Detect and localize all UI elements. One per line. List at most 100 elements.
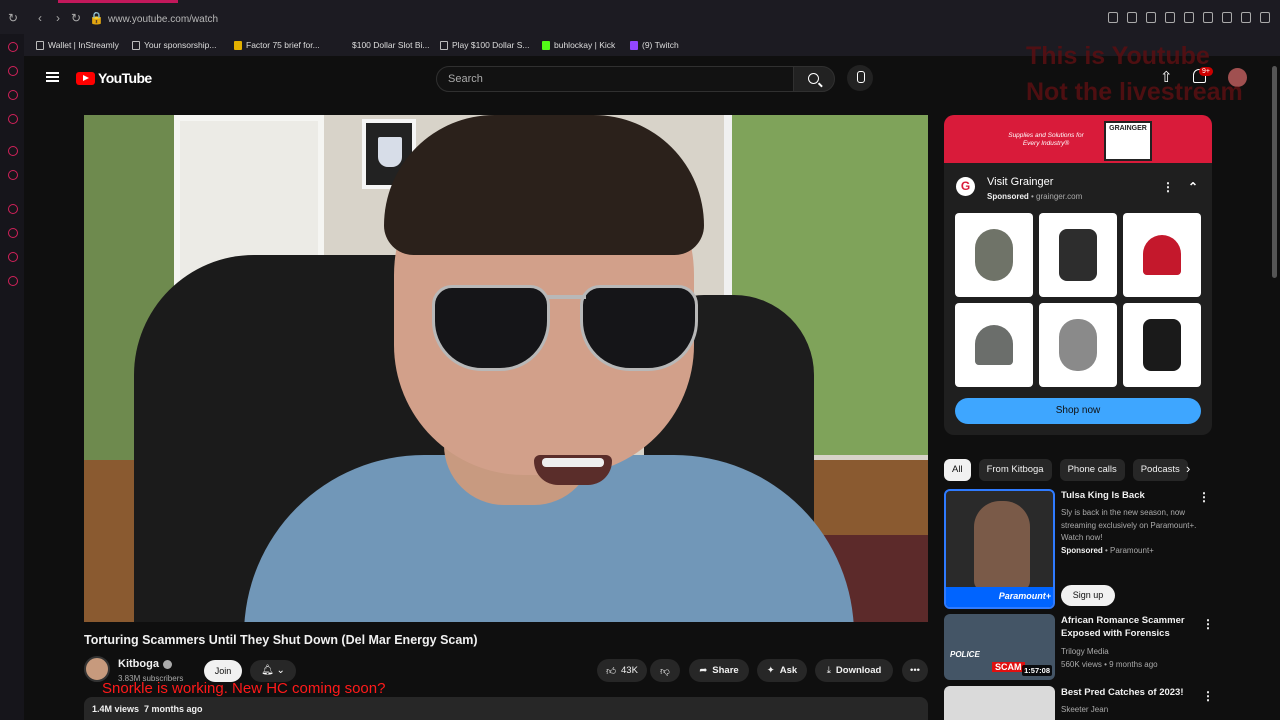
ad-product[interactable] bbox=[1039, 213, 1117, 297]
extension-icon[interactable] bbox=[1184, 12, 1194, 23]
reload-sidebar-icon[interactable]: ↻ bbox=[6, 11, 20, 25]
reload-icon[interactable]: ↻ bbox=[69, 11, 83, 25]
sidebar-app-icon[interactable] bbox=[8, 276, 18, 286]
sign-up-button[interactable]: Sign up bbox=[1061, 585, 1115, 606]
sidebar-app-icon[interactable] bbox=[8, 204, 18, 214]
extension-icon[interactable] bbox=[1146, 12, 1156, 23]
shop-now-button[interactable]: Shop now bbox=[955, 398, 1201, 424]
back-icon[interactable]: ‹ bbox=[33, 11, 47, 25]
recommendation-item[interactable]: Paramount+ Tulsa King Is Back Sly is bac… bbox=[944, 489, 1270, 611]
youtube-logo[interactable]: YouTube bbox=[76, 70, 152, 86]
collapse-icon[interactable]: ⌃ bbox=[1188, 181, 1198, 193]
video-description-box[interactable]: 1.4M views 7 months ago bbox=[84, 697, 928, 720]
menu-icon[interactable] bbox=[1260, 12, 1270, 23]
sunglasses-bridge bbox=[546, 295, 586, 299]
sidebar-app-icon[interactable] bbox=[8, 114, 18, 124]
bookmark[interactable]: Your sponsorship... bbox=[132, 40, 216, 50]
extension-icon[interactable] bbox=[1222, 12, 1232, 23]
ad-product[interactable] bbox=[1123, 213, 1201, 297]
address-bar[interactable]: www.youtube.com/watch bbox=[108, 14, 218, 25]
browser-extension-icons bbox=[1108, 12, 1270, 23]
join-button[interactable]: Join bbox=[204, 660, 242, 682]
paramount-logo: Paramount+ bbox=[946, 587, 1053, 607]
recommendation-thumbnail[interactable]: Paramount+ bbox=[944, 489, 1055, 609]
download-button[interactable]: ⤓ Download bbox=[815, 659, 893, 682]
recommendation-title: Best Pred Catches of 2023! bbox=[1061, 687, 1184, 698]
search-input[interactable] bbox=[437, 67, 793, 91]
voice-search-button[interactable] bbox=[847, 65, 873, 91]
sidebar-app-icon[interactable] bbox=[8, 90, 18, 100]
search-button[interactable] bbox=[793, 66, 835, 92]
chevron-right-icon[interactable]: › bbox=[1186, 461, 1190, 476]
stream-overlay-caption: Snorkle is working. New HC coming soon? bbox=[102, 680, 386, 697]
bookmark[interactable]: Factor 75 brief for... bbox=[234, 40, 320, 50]
share-icon: ➦ bbox=[699, 665, 708, 676]
thumbnail-person bbox=[974, 501, 1030, 591]
thumbs-up-icon: 👍︎ bbox=[606, 665, 617, 677]
extension-icon[interactable] bbox=[1241, 12, 1251, 23]
recommendation-menu-icon[interactable]: ⋮ bbox=[1202, 690, 1214, 702]
bell-icon: 🔔︎ ⌄ bbox=[261, 665, 285, 676]
chip-podcasts[interactable]: Podcasts bbox=[1132, 459, 1188, 481]
recommendation-title: African Romance Scammer Exposed with For… bbox=[1061, 615, 1185, 639]
sparkle-icon: ✦ bbox=[766, 665, 775, 676]
recommendation-title: Tulsa King Is Back bbox=[1061, 490, 1145, 501]
safety-lanyard-image bbox=[975, 229, 1013, 281]
lock-icon: 🔒 bbox=[89, 11, 104, 25]
chip-phone-calls[interactable]: Phone calls bbox=[1059, 459, 1125, 481]
ad-menu-icon[interactable]: ⋮ bbox=[1162, 181, 1174, 193]
ad-product[interactable] bbox=[955, 303, 1033, 387]
recommendation-thumbnail[interactable] bbox=[944, 686, 1055, 720]
recommendation-item[interactable]: Best Pred Catches of 2023! Skeeter Jean … bbox=[944, 686, 1270, 720]
thumbs-down-icon: 👎︎ bbox=[660, 665, 670, 677]
bookmark[interactable]: $100 Dollar Slot Bi... bbox=[340, 40, 429, 50]
recommendation-thumbnail[interactable]: POLICE SCAM 1:57:08 bbox=[944, 614, 1055, 680]
bookmark[interactable]: (9) Twitch bbox=[630, 40, 679, 50]
ad-product[interactable] bbox=[1039, 303, 1117, 387]
share-button[interactable]: ➦ Share bbox=[689, 659, 749, 682]
ad-product[interactable] bbox=[1123, 303, 1201, 387]
more-actions-button[interactable]: ••• bbox=[902, 659, 928, 682]
recommendation-menu-icon[interactable]: ⋮ bbox=[1202, 618, 1214, 630]
dislike-button[interactable]: 👎︎ bbox=[650, 659, 680, 682]
bookmark-icon bbox=[340, 41, 348, 50]
extension-icon[interactable] bbox=[1165, 12, 1175, 23]
bookmark[interactable]: buhlockay | Kick bbox=[542, 40, 615, 50]
page-scrollbar[interactable] bbox=[1270, 56, 1280, 720]
browser-sidebar bbox=[0, 34, 24, 720]
ad-product[interactable] bbox=[955, 213, 1033, 297]
ad-title[interactable]: Visit Grainger bbox=[987, 176, 1053, 188]
bookmark[interactable]: Wallet | InStreamly bbox=[36, 40, 119, 50]
like-button[interactable]: 👍︎ 43K bbox=[597, 659, 647, 682]
ask-button[interactable]: ✦ Ask bbox=[757, 659, 807, 682]
sidebar-app-icon[interactable] bbox=[8, 42, 18, 52]
chip-all[interactable]: All bbox=[944, 459, 971, 481]
subscribe-bell-button[interactable]: 🔔︎ ⌄ bbox=[250, 660, 296, 682]
bookmark[interactable]: Play $100 Dollar S... bbox=[440, 40, 529, 50]
youtube-play-icon bbox=[76, 71, 95, 85]
extension-icon[interactable] bbox=[1108, 12, 1118, 23]
scrollbar-thumb[interactable] bbox=[1272, 66, 1277, 278]
bookmark-icon bbox=[234, 40, 242, 50]
recommendation-item[interactable]: POLICE SCAM 1:57:08 African Romance Scam… bbox=[944, 614, 1270, 680]
sidebar-app-icon[interactable] bbox=[8, 66, 18, 76]
recommendation-sponsor: Sponsored • Paramount+ bbox=[1061, 546, 1154, 555]
video-title: Torturing Scammers Until They Shut Down … bbox=[84, 633, 478, 647]
forward-icon[interactable]: › bbox=[51, 11, 65, 25]
ad-banner[interactable]: Supplies and Solutions for Every Industr… bbox=[944, 115, 1212, 163]
bookmark-icon bbox=[440, 40, 448, 50]
sidebar-app-icon[interactable] bbox=[8, 228, 18, 238]
extension-icon[interactable] bbox=[1127, 12, 1137, 23]
video-player[interactable] bbox=[84, 115, 928, 622]
channel-avatar[interactable] bbox=[84, 656, 110, 682]
channel-name[interactable]: Kitboga bbox=[118, 658, 172, 670]
grainger-logo-icon: G bbox=[956, 177, 975, 196]
sidebar-app-icon[interactable] bbox=[8, 170, 18, 180]
sidebar-app-icon[interactable] bbox=[8, 252, 18, 262]
chip-from-kitboga[interactable]: From Kitboga bbox=[978, 459, 1052, 481]
extension-icon[interactable] bbox=[1203, 12, 1213, 23]
recommendation-channel: Trilogy Media bbox=[1061, 647, 1109, 656]
recommendation-menu-icon[interactable]: ⋮ bbox=[1198, 491, 1210, 503]
hamburger-menu-icon[interactable] bbox=[46, 72, 59, 82]
sidebar-app-icon[interactable] bbox=[8, 146, 18, 156]
